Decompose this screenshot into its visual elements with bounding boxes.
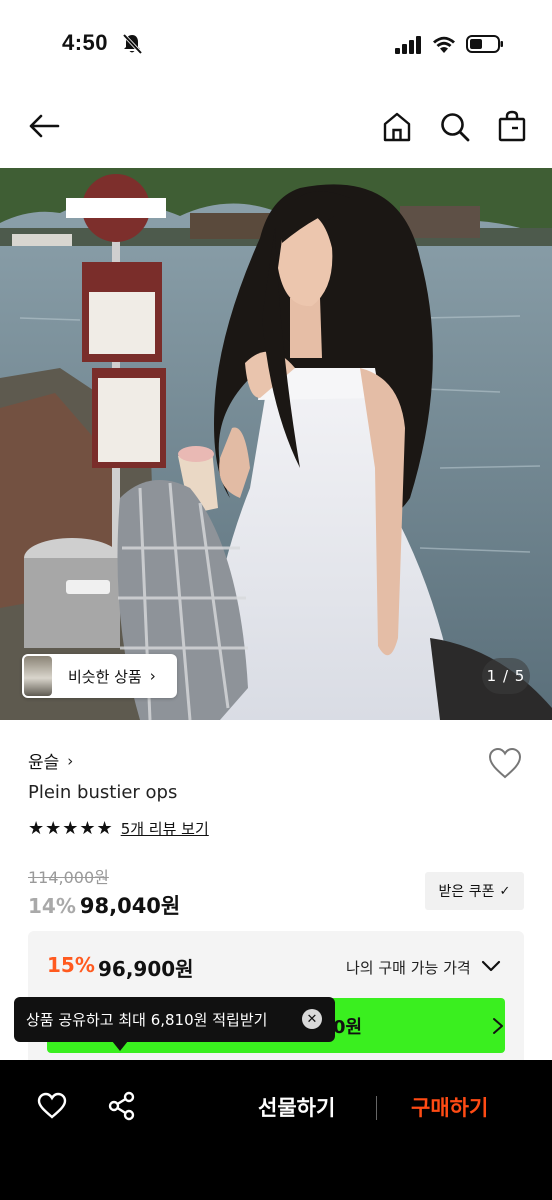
heart-icon[interactable] bbox=[37, 1092, 67, 1120]
brand-name: 윤슬 bbox=[28, 753, 60, 773]
chevron-down-icon[interactable] bbox=[481, 959, 501, 973]
buy-button[interactable]: 구매하기 bbox=[411, 1092, 488, 1122]
bell-off-icon bbox=[122, 33, 143, 55]
received-coupon-button[interactable]: 받은 쿠폰 ✓ bbox=[425, 872, 524, 910]
sale-price: 98,040원 bbox=[79, 894, 181, 918]
status-bar: 4:50 bbox=[0, 0, 552, 90]
tooltip-text: 상품 공유하고 최대 6,810원 적립받기 bbox=[26, 1011, 268, 1029]
similar-thumbnail bbox=[24, 656, 52, 696]
rating-row: ★★★★★ 5개 리뷰 보기 bbox=[28, 818, 209, 839]
checkmark-icon: ✓ bbox=[499, 883, 511, 899]
heart-icon[interactable] bbox=[487, 746, 523, 780]
review-link[interactable]: 5개 리뷰 보기 bbox=[121, 818, 209, 839]
rating-stars: ★★★★★ bbox=[28, 818, 114, 839]
shopping-bag-icon[interactable] bbox=[498, 110, 526, 142]
gift-button[interactable]: 선물하기 bbox=[258, 1092, 335, 1122]
similar-products-button[interactable]: 비슷한 상품 › bbox=[22, 654, 177, 698]
close-icon[interactable]: ✕ bbox=[302, 1009, 322, 1029]
tooltip-arrow bbox=[112, 1041, 128, 1051]
my-buy-price-label[interactable]: 나의 구매 가능 가격 bbox=[346, 957, 471, 978]
product-photo bbox=[0, 168, 552, 720]
similar-products-label: 비슷한 상품 bbox=[68, 667, 142, 686]
brand-link[interactable]: 윤슬 › bbox=[28, 748, 74, 774]
search-icon[interactable] bbox=[440, 112, 470, 142]
wifi-icon bbox=[433, 36, 455, 53]
top-navigation bbox=[0, 98, 552, 158]
chevron-right-icon: › bbox=[149, 667, 156, 685]
best-discount-rate: 15% bbox=[47, 953, 95, 977]
status-time: 4:50 bbox=[62, 30, 109, 55]
best-price: 96,900원 bbox=[98, 957, 194, 981]
image-page-counter: 1 / 5 bbox=[482, 658, 530, 694]
discount-rate: 14% bbox=[28, 894, 76, 918]
share-icon[interactable] bbox=[108, 1091, 136, 1121]
bottom-action-bar: 선물하기 구매하기 bbox=[0, 1060, 552, 1200]
chevron-right-icon: › bbox=[67, 751, 74, 770]
cellular-signal-icon bbox=[395, 36, 421, 54]
product-image-gallery[interactable]: 비슷한 상품 › 1 / 5 bbox=[0, 168, 552, 720]
coupon-label: 받은 쿠폰 bbox=[438, 884, 495, 900]
home-icon[interactable] bbox=[383, 112, 411, 142]
divider bbox=[376, 1096, 377, 1120]
battery-icon bbox=[466, 35, 503, 53]
back-arrow-icon[interactable] bbox=[28, 114, 60, 138]
original-price: 114,000원 bbox=[28, 868, 109, 887]
coupon-download-label: 0원 bbox=[333, 1017, 363, 1038]
price-row: 14% 98,040원 bbox=[28, 890, 180, 920]
share-reward-tooltip: 상품 공유하고 최대 6,810원 적립받기 bbox=[14, 997, 335, 1042]
chevron-right-icon bbox=[493, 1018, 503, 1034]
product-name: Plein bustier ops bbox=[28, 782, 178, 803]
